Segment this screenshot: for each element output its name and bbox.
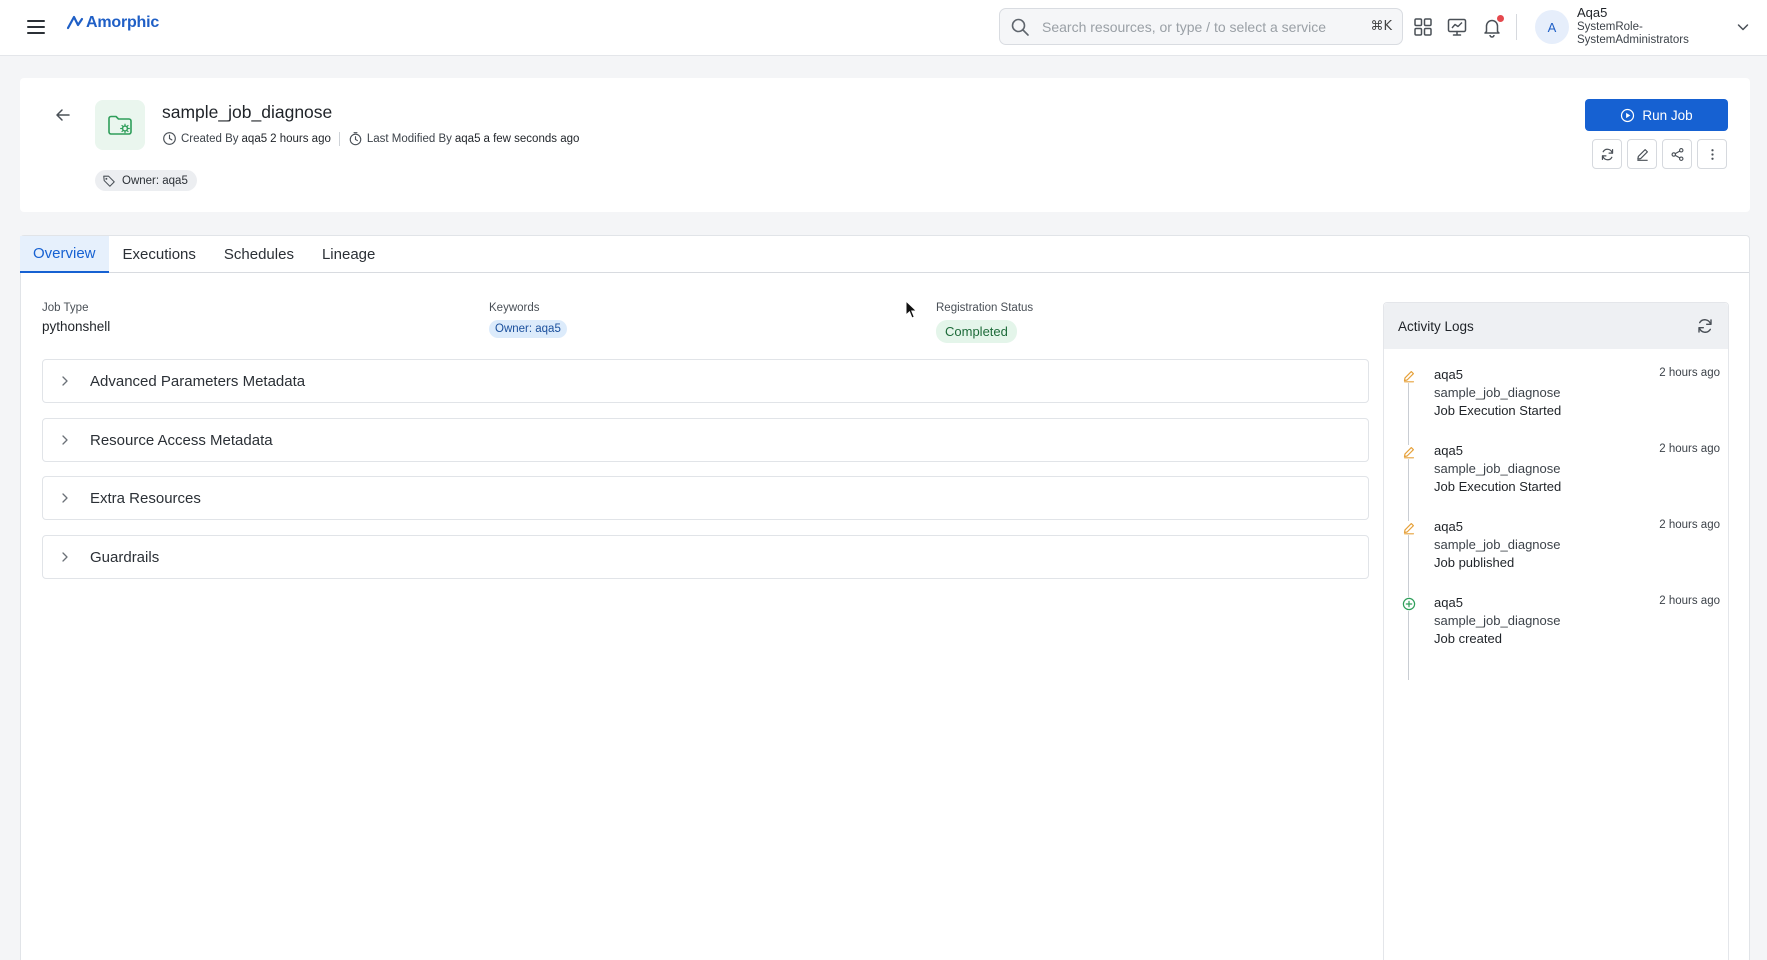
more-options-button[interactable]: [1697, 139, 1727, 169]
monitor-chart-icon[interactable]: [1446, 16, 1468, 38]
user-role: SystemRole-SystemAdministrators: [1577, 21, 1689, 46]
notification-dot: [1497, 15, 1504, 22]
global-search[interactable]: ⌘K: [999, 8, 1403, 45]
activity-logs-header: Activity Logs: [1384, 303, 1728, 349]
log-user: aqa5: [1434, 519, 1463, 534]
tab-executions[interactable]: Executions: [109, 236, 210, 273]
log-resource: sample_job_diagnose: [1434, 537, 1561, 552]
header-actions: [1592, 139, 1727, 169]
owner-tag-label: Owner: aqa5: [122, 174, 188, 187]
run-job-button[interactable]: Run Job: [1585, 99, 1728, 131]
stopwatch-icon: [349, 132, 362, 146]
owner-tag[interactable]: Owner: aqa5: [95, 170, 197, 191]
amorphic-logo-icon: [66, 15, 84, 30]
log-message: Job Execution Started: [1434, 403, 1562, 418]
activity-logs-title: Activity Logs: [1398, 318, 1474, 334]
refresh-icon[interactable]: [1696, 317, 1714, 335]
tag-icon: [103, 175, 115, 187]
chevron-right-icon: [62, 552, 68, 562]
activity-logs-panel: Activity Logs aqa5 2 hours ago sample_jo…: [1383, 302, 1729, 960]
user-info[interactable]: Aqa5 SystemRole-SystemAdministrators: [1577, 6, 1707, 47]
log-message: Job Execution Started: [1434, 479, 1562, 494]
accordion-label: Guardrails: [90, 548, 160, 566]
keyword-chip: Owner: aqa5: [489, 320, 567, 338]
search-icon: [1011, 18, 1029, 36]
tab-overview[interactable]: Overview: [20, 236, 109, 273]
accordion-label: Resource Access Metadata: [90, 431, 273, 449]
play-circle-icon: [1621, 108, 1635, 122]
search-shortcut: ⌘K: [1370, 19, 1392, 34]
page-title: sample_job_diagnose: [162, 102, 333, 122]
log-time: 2 hours ago: [1659, 443, 1720, 455]
notification-bell-icon[interactable]: [1481, 15, 1504, 38]
log-time: 2 hours ago: [1659, 595, 1720, 607]
keywords-label: Keywords: [489, 302, 540, 314]
log-user: aqa5: [1434, 595, 1463, 610]
back-arrow-icon[interactable]: [52, 104, 74, 126]
job-type-field: Job Type pythonshell: [42, 302, 110, 334]
search-input[interactable]: [1042, 18, 1371, 35]
chevron-down-icon[interactable]: [1735, 19, 1751, 35]
job-folder-gear-icon: [95, 100, 145, 150]
pencil-icon: [1402, 369, 1416, 383]
status-badge: Completed: [936, 320, 1017, 343]
log-resource: sample_job_diagnose: [1434, 613, 1561, 628]
edit-button[interactable]: [1627, 139, 1657, 169]
run-job-label: Run Job: [1642, 107, 1693, 123]
log-resource: sample_job_diagnose: [1434, 385, 1561, 400]
log-message: Job published: [1434, 555, 1515, 570]
tab-lineage[interactable]: Lineage: [308, 236, 389, 273]
apps-grid-icon[interactable]: [1412, 16, 1434, 38]
top-bar: Amorphic ⌘K A Aqa5 SystemRole-SystemAdmi…: [0, 0, 1767, 56]
tab-schedules[interactable]: Schedules: [210, 236, 308, 273]
job-details-card: Overview Executions Schedules Lineage Jo…: [20, 235, 1750, 960]
app-name: Amorphic: [86, 14, 160, 31]
hamburger-menu-icon[interactable]: [25, 16, 47, 38]
created-by-user: aqa5: [241, 132, 268, 145]
meta-divider: [338, 131, 340, 146]
accordion-label: Advanced Parameters Metadata: [90, 372, 306, 390]
created-by-label: Created By: [181, 132, 239, 145]
accordion-label: Extra Resources: [90, 489, 201, 507]
chevron-right-icon: [62, 435, 68, 445]
plus-circle-icon: [1402, 597, 1416, 611]
accordion-advanced-parameters[interactable]: Advanced Parameters Metadata: [42, 359, 1369, 403]
pencil-icon: [1636, 148, 1648, 161]
accordion-guardrails[interactable]: Guardrails: [42, 535, 1369, 579]
app-logo[interactable]: Amorphic: [66, 14, 159, 32]
log-time: 2 hours ago: [1659, 367, 1720, 379]
log-resource: sample_job_diagnose: [1434, 461, 1561, 476]
modified-by-label: Last Modified By: [366, 132, 452, 145]
modified-ago: a few seconds ago: [483, 132, 580, 145]
refresh-icon: [1601, 148, 1613, 160]
keywords-field: Keywords Owner: aqa5: [489, 302, 567, 338]
chevron-right-icon: [62, 376, 68, 386]
log-user: aqa5: [1434, 367, 1463, 382]
pencil-icon: [1402, 521, 1416, 535]
refresh-button[interactable]: [1592, 139, 1622, 169]
job-meta: Created By aqa5 2 hours ago Last Modifie…: [162, 131, 579, 146]
accordion-extra-resources[interactable]: Extra Resources: [42, 476, 1369, 520]
job-header-card: sample_job_diagnose Created By aqa5 2 ho…: [20, 78, 1750, 212]
registration-status-field: Registration Status Completed: [936, 302, 1033, 343]
more-vertical-icon: [1710, 148, 1714, 160]
chevron-right-icon: [62, 493, 68, 503]
modified-by-user: aqa5: [454, 132, 481, 145]
log-message: Job created: [1434, 631, 1502, 646]
job-type-value: pythonshell: [42, 319, 111, 334]
pencil-icon: [1402, 445, 1416, 459]
user-name: Aqa5: [1577, 5, 1608, 20]
log-user: aqa5: [1434, 443, 1463, 458]
avatar[interactable]: A: [1535, 10, 1569, 44]
registration-status-label: Registration Status: [936, 302, 1034, 314]
created-ago: 2 hours ago: [270, 132, 331, 145]
job-type-label: Job Type: [42, 302, 89, 314]
accordion-resource-access[interactable]: Resource Access Metadata: [42, 418, 1369, 462]
topbar-divider: [1516, 14, 1517, 40]
share-icon: [1671, 147, 1683, 161]
log-time: 2 hours ago: [1659, 519, 1720, 531]
tab-bar: Overview Executions Schedules Lineage: [20, 236, 1749, 273]
clock-history-icon: [163, 132, 176, 145]
share-button[interactable]: [1662, 139, 1692, 169]
